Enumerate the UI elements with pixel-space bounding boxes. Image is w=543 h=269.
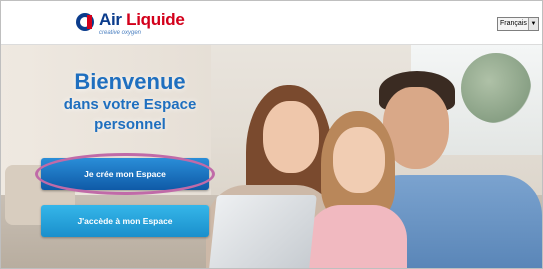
air-liquide-logo[interactable]: Air Liquide creative oxygen: [75, 10, 185, 40]
girl-face: [333, 127, 385, 193]
brand-name: Air Liquide: [99, 10, 185, 29]
welcome-title: Bienvenue: [74, 69, 186, 94]
welcome-subtitle-line1: dans votre Espace: [63, 96, 197, 113]
brand-tagline: creative oxygen: [99, 30, 142, 36]
site-header: Air Liquide creative oxygen Français ▼: [1, 1, 542, 45]
language-select-value: Français: [500, 20, 527, 27]
welcome-heading: Bienvenue dans votre Espace personnel: [35, 69, 225, 135]
woman-face: [263, 101, 319, 173]
girl-figure: [307, 205, 407, 268]
browser-frame: Air Liquide creative oxygen Français ▼ B…: [0, 0, 543, 269]
background-plant: [461, 53, 531, 123]
create-space-button[interactable]: Je crée mon Espace: [41, 158, 209, 190]
hero-banner: Bienvenue dans votre Espace personnel Je…: [1, 45, 542, 268]
air-liquide-logo-icon: [76, 13, 94, 31]
laptop: [209, 195, 317, 268]
language-select[interactable]: Français ▼: [497, 17, 539, 31]
welcome-subtitle-line2: personnel: [94, 116, 166, 133]
chevron-down-icon: ▼: [528, 18, 538, 30]
access-space-button[interactable]: J'accède à mon Espace: [41, 205, 209, 237]
